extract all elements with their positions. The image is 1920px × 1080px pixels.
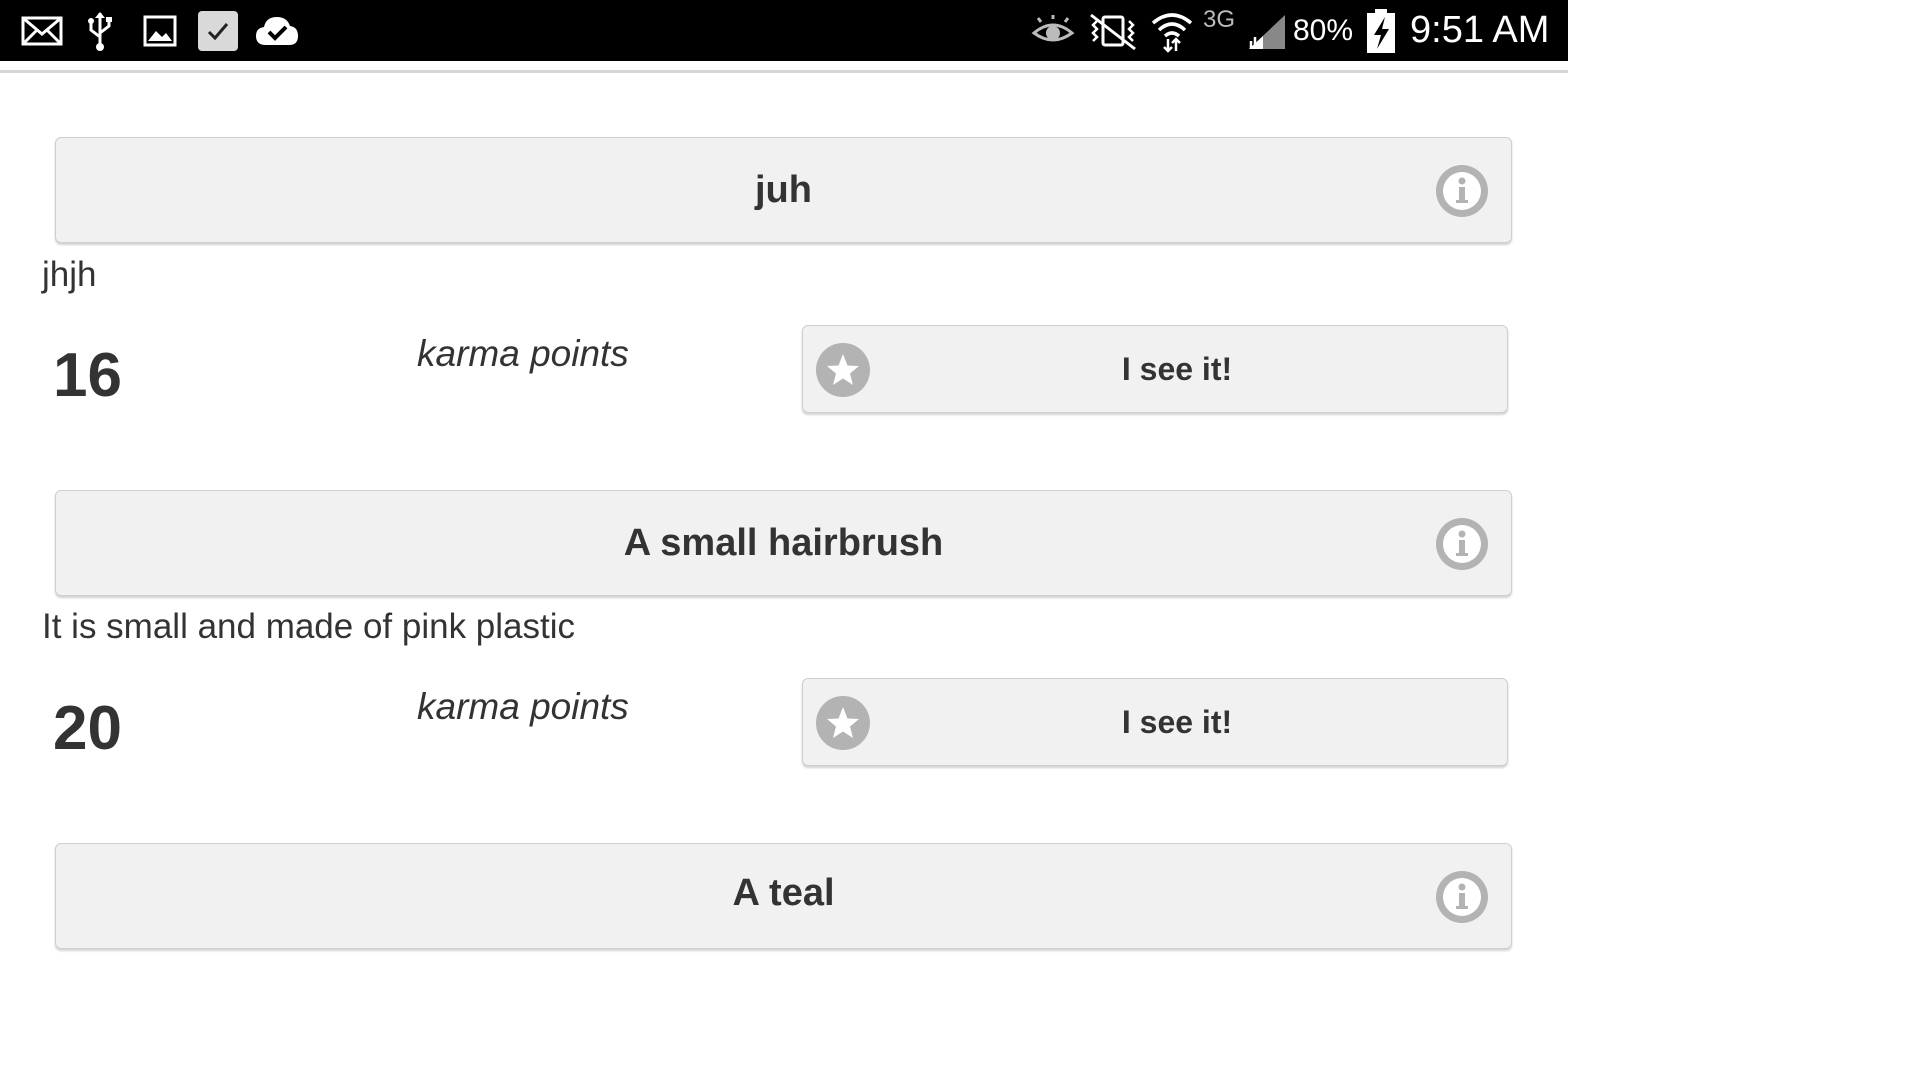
info-icon[interactable] xyxy=(1435,517,1489,571)
cloud-check-icon xyxy=(253,0,301,61)
i-see-it-button[interactable]: I see it! xyxy=(802,678,1508,766)
battery-percent-label: 80% xyxy=(1293,13,1354,47)
karma-points-label: karma points xyxy=(417,686,629,727)
checkbox-icon xyxy=(196,0,240,61)
network-type-label: 3G xyxy=(1203,6,1236,33)
info-icon[interactable] xyxy=(1435,870,1489,924)
header-divider xyxy=(0,61,1568,73)
eye-icon xyxy=(1030,0,1076,61)
item-title: A teal xyxy=(732,872,835,914)
wifi-icon xyxy=(1148,0,1196,61)
item-description: jhjh xyxy=(42,255,97,294)
item-title-bar[interactable]: A teal xyxy=(55,843,1512,949)
vibrate-icon xyxy=(1084,0,1142,61)
image-icon xyxy=(142,0,178,61)
item-title: juh xyxy=(755,168,812,211)
usb-icon xyxy=(84,0,116,61)
status-bar: 3G 80% 9:51 AM xyxy=(0,0,1568,61)
info-icon[interactable] xyxy=(1435,164,1489,218)
battery-charging-icon xyxy=(1364,0,1398,61)
i-see-it-label: I see it! xyxy=(1121,350,1233,387)
i-see-it-button[interactable]: I see it! xyxy=(802,325,1508,413)
karma-points-value: 16 xyxy=(53,341,122,410)
clock-label: 9:51 AM xyxy=(1410,9,1550,51)
i-see-it-label: I see it! xyxy=(1121,703,1233,740)
item-title-bar[interactable]: A small hairbrush xyxy=(55,490,1512,596)
mail-icon xyxy=(20,0,64,61)
karma-points-value: 20 xyxy=(53,694,122,763)
item-title-bar[interactable]: juh xyxy=(55,137,1512,243)
karma-points-label: karma points xyxy=(417,333,629,374)
signal-icon xyxy=(1246,0,1288,61)
item-description: It is small and made of pink plastic xyxy=(42,607,576,646)
item-title: A small hairbrush xyxy=(623,521,944,564)
